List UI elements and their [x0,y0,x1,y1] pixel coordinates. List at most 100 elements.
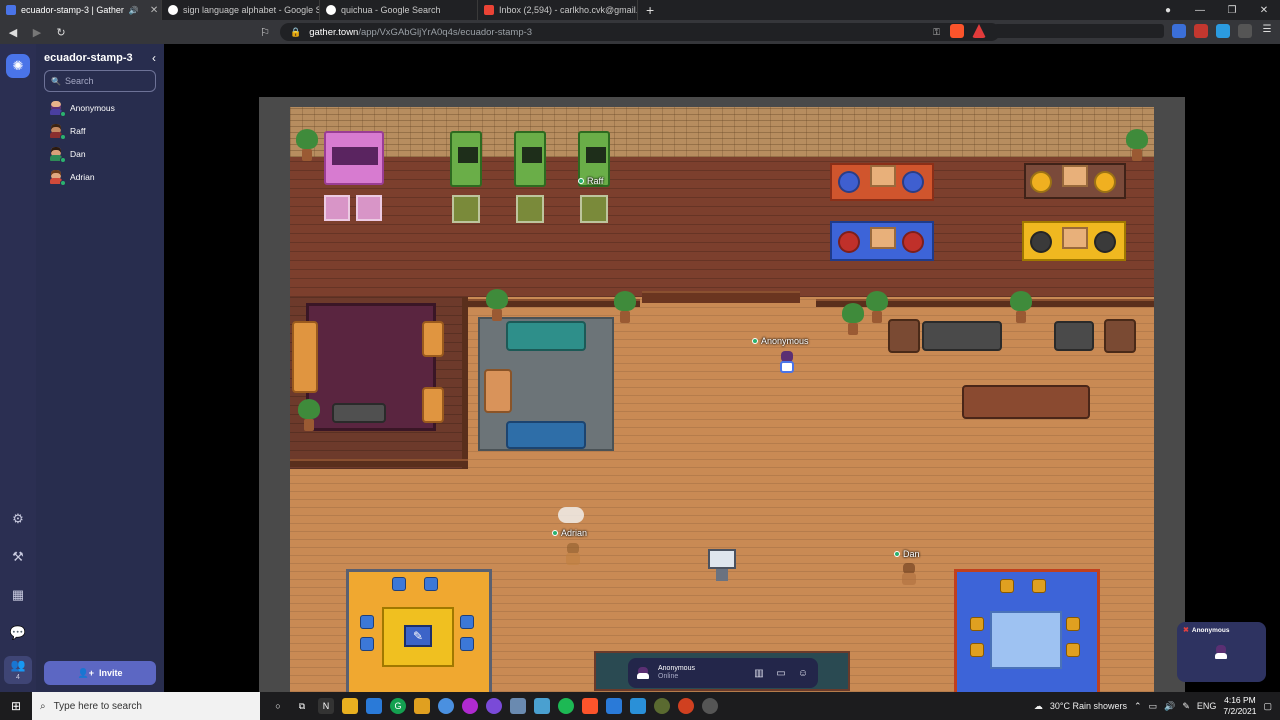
gather-logo-icon[interactable]: ✺ [6,54,30,78]
mail-icon[interactable] [606,698,622,714]
plant-leaves [486,289,508,309]
tab-title: quichua - Google Search [341,5,441,15]
forward-icon[interactable]: ▶ [30,26,44,39]
url-bar[interactable]: 🔒 gather.town/app/VxGAbGljYrA0q4s/ecuado… [280,23,1000,41]
clock[interactable]: 4:16 PM 7/2/2021 [1223,695,1256,717]
weather-icon[interactable]: ☁ [1034,701,1043,712]
reload-icon[interactable]: ↻ [54,26,68,39]
grammarly-icon[interactable]: G [390,698,406,714]
spotify-icon[interactable] [558,698,574,714]
app-icon[interactable] [462,698,478,714]
map-icon[interactable]: ▥ [752,668,766,679]
figma-icon[interactable] [414,698,430,714]
chrome-icon[interactable] [438,698,454,714]
hammer-icon[interactable]: ⚒ [9,548,27,566]
bookmark-icon[interactable]: ⚐ [258,26,272,39]
taskbar-search[interactable]: ⌕ Type here to search [32,692,260,720]
tab-inbox[interactable]: Inbox (2,594) - carlkho.cvk@gmail.com [478,0,638,20]
chat-icon[interactable]: 💬 [9,624,27,642]
tray-overflow-icon[interactable]: ⌃ [1134,701,1142,712]
avatar [48,100,66,117]
discord-icon[interactable] [486,698,502,714]
plant-pot [1016,311,1026,323]
calendar-icon[interactable] [630,698,646,714]
app-icon[interactable] [702,698,718,714]
vscode-icon[interactable] [366,698,382,714]
arcade-machine[interactable] [514,131,546,187]
minimize-button[interactable]: — [1184,5,1216,16]
arcade-machine[interactable] [450,131,482,187]
pouf [902,171,924,193]
tab-quichua[interactable]: quichua - Google Search [320,0,478,20]
pencil-icon[interactable]: ✎ [404,625,432,647]
brave-icon[interactable] [582,698,598,714]
puzzle-icon[interactable] [1238,24,1252,38]
app-icon[interactable] [510,698,526,714]
member-row[interactable]: Adrian [48,169,95,186]
tab-sign-language[interactable]: sign language alphabet - Google Sear [162,0,320,20]
player-status-bar[interactable]: Anonymous Online ▥ ▭ ☺ [628,658,818,688]
invite-label: Invite [98,668,123,678]
game-map[interactable]: ✎ Anonymous Raff Adrian Dan [290,107,1154,692]
new-tab-button[interactable]: + [638,2,662,18]
player-avatar[interactable] [778,351,796,375]
search-box[interactable]: 🔍 [44,70,156,92]
pouf [1094,231,1116,253]
task-view-icon[interactable]: ⧉ [294,698,310,714]
windows-start-icon[interactable]: ⊞ [0,699,32,713]
plant-pot [492,309,502,321]
screen-share-icon[interactable]: ▭ [774,668,788,679]
member-row[interactable]: Dan [48,146,86,163]
volume-icon[interactable]: 🔊 [1164,701,1175,712]
plant [842,303,864,337]
file-explorer-icon[interactable] [342,698,358,714]
extension-icon[interactable] [1172,24,1186,38]
calendar-icon[interactable]: ▦ [9,586,27,604]
participants-button[interactable]: 👥 4 [4,656,32,684]
member-row[interactable]: Anonymous [48,100,115,117]
close-window-button[interactable]: ✕ [1248,5,1280,16]
gear-icon[interactable]: ⚙ [9,510,27,528]
speaker-icon[interactable]: 🔊 [129,6,139,15]
app-icon[interactable] [678,698,694,714]
computer-terminal[interactable] [708,549,736,569]
arcade-machine[interactable] [324,131,384,185]
video-tile[interactable]: ✖ Anonymous [1177,622,1266,682]
close-tab-icon[interactable]: ✕ [150,5,158,16]
brave-shield-icon[interactable] [950,24,964,38]
plant [298,399,320,433]
member-row[interactable]: Raff [48,123,85,140]
railing [290,459,468,467]
profile-icon[interactable]: ● [1152,5,1184,16]
search-icon: ⌕ [40,700,46,712]
search-input[interactable] [64,76,155,86]
emoji-icon[interactable]: ☺ [796,668,810,679]
lock-icon: 🔒 [290,26,302,37]
extension-icon[interactable] [1194,24,1208,38]
add-user-icon: 👤+ [77,667,94,678]
cortana-icon[interactable]: ○ [270,698,286,714]
key-icon[interactable]: ⚿ [933,27,940,38]
back-icon[interactable]: ◀ [6,26,20,39]
brave-rewards-icon[interactable] [972,24,986,38]
app-icon[interactable] [654,698,670,714]
plant-pot [620,311,630,323]
tab-gather[interactable]: ecuador-stamp-3 | Gather 🔊 ✕ [0,0,162,20]
player-avatar[interactable] [564,543,582,567]
player-label: Adrian [552,528,587,538]
network-icon[interactable]: ▭ [1149,701,1158,712]
collapse-panel-icon[interactable]: ‹ [152,51,156,65]
app-icon[interactable] [534,698,550,714]
invite-button[interactable]: 👤+ Invite [44,661,156,685]
menu-icon[interactable]: ☰ [1260,24,1274,38]
status-name-block: Anonymous Online [658,665,695,681]
notifications-icon[interactable]: ▢ [1263,701,1272,712]
extension-icon[interactable] [1216,24,1230,38]
plant-leaves [1010,291,1032,311]
restore-button[interactable]: ❐ [1216,5,1248,16]
game-canvas[interactable]: ✎ Anonymous Raff Adrian Dan Anonymous On… [164,44,1280,692]
notion-icon[interactable]: N [318,698,334,714]
player-avatar[interactable] [900,563,918,587]
pen-icon[interactable]: ✎ [1182,701,1190,712]
language-indicator[interactable]: ENG [1197,701,1217,711]
